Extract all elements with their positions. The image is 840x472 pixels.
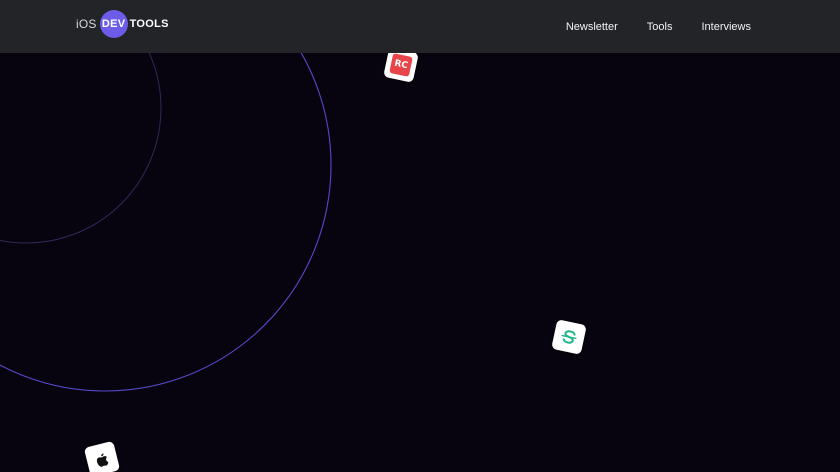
logo-prefix: iOS (76, 17, 97, 31)
s-app-tile (551, 319, 587, 355)
nav-newsletter[interactable]: Newsletter (566, 21, 618, 33)
s-logo-icon (561, 330, 577, 344)
nav-interviews[interactable]: Interviews (701, 21, 751, 33)
main-nav: Newsletter Tools Interviews (566, 0, 751, 53)
nav-tools[interactable]: Tools (647, 21, 673, 33)
background-rings (0, 0, 332, 392)
apple-icon (96, 453, 109, 467)
page: iOS DEV TOOLS Newsletter Tools Interview… (0, 0, 840, 472)
logo-badge: DEV (99, 10, 128, 38)
top-header: iOS DEV TOOLS Newsletter Tools Interview… (0, 0, 840, 53)
outer-ring (0, 0, 332, 392)
site-logo[interactable]: iOS DEV TOOLS (76, 10, 169, 38)
logo-suffix: TOOLS (129, 18, 169, 30)
rc-logo-icon: RC (389, 53, 413, 77)
